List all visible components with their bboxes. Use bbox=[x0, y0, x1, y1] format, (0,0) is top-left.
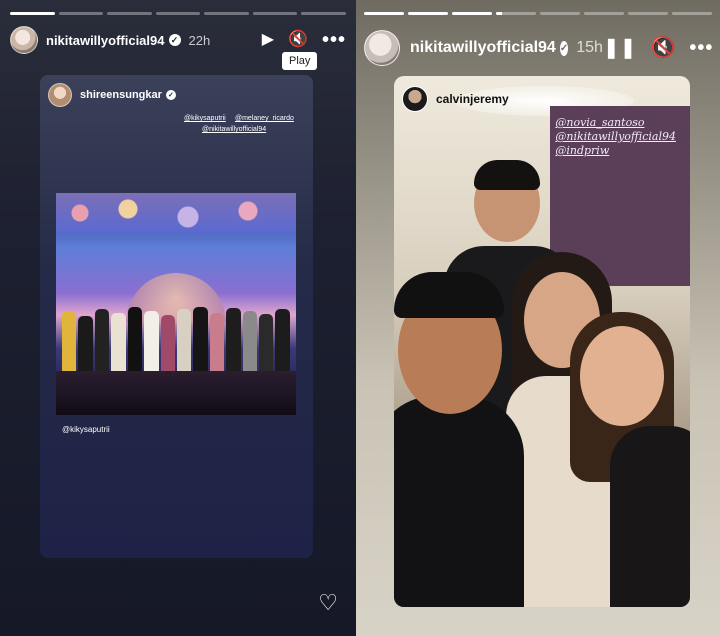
story-header: nikitawillyofficial94 ✓ 15h ❚❚ 🔇 ••• bbox=[364, 30, 712, 66]
person-hair bbox=[394, 272, 504, 318]
flower-decor bbox=[56, 193, 296, 233]
progress-segment bbox=[204, 12, 249, 15]
progress-segment bbox=[540, 12, 580, 15]
heart-icon[interactable]: ♡ bbox=[318, 590, 338, 616]
reposted-story-card[interactable]: shireensungkar ✓ @kikysaputrii @melaney_… bbox=[40, 75, 313, 558]
story-controls: ▶ 🔇 ••• bbox=[262, 30, 346, 50]
more-options-icon[interactable]: ••• bbox=[689, 38, 713, 58]
person-hair bbox=[474, 160, 540, 190]
progress-segment bbox=[628, 12, 668, 15]
wedding-stage-photo bbox=[56, 193, 296, 415]
pause-icon[interactable]: ❚❚ bbox=[603, 38, 637, 58]
story-left[interactable]: nikitawillyofficial94 ✓ 22h ▶ 🔇 ••• Play… bbox=[0, 0, 356, 636]
selfie-photo: calvinjeremy @novia_santoso @nikitawilly… bbox=[394, 76, 690, 607]
stage-floor bbox=[56, 371, 296, 415]
story-progress-bar bbox=[364, 12, 712, 15]
person-face bbox=[580, 326, 664, 426]
person-suit bbox=[394, 396, 524, 607]
group-of-people bbox=[62, 301, 290, 371]
progress-segment bbox=[58, 12, 104, 15]
mute-icon[interactable]: 🔇 bbox=[650, 38, 675, 58]
handwritten-tags: @novia_santoso @nikitawillyofficial94 @i… bbox=[555, 116, 676, 158]
repost-avatar[interactable] bbox=[48, 83, 72, 107]
avatar[interactable] bbox=[364, 30, 400, 66]
verified-badge-icon: ✓ bbox=[559, 40, 569, 56]
repost-username[interactable]: shireensungkar bbox=[80, 89, 162, 101]
mention-tag[interactable]: @nikitawillyofficial94 bbox=[555, 130, 676, 144]
photo-username[interactable]: calvinjeremy bbox=[436, 92, 509, 106]
progress-segment bbox=[10, 12, 55, 15]
photo-header: calvinjeremy bbox=[402, 86, 509, 112]
mention-tag[interactable]: @indpriw bbox=[555, 144, 676, 158]
story-progress-bar bbox=[10, 12, 347, 15]
timestamp: 22h bbox=[188, 32, 211, 48]
progress-segment bbox=[155, 12, 201, 15]
progress-segment bbox=[364, 12, 404, 15]
photo-avatar[interactable] bbox=[402, 86, 428, 112]
verified-badge-icon: ✓ bbox=[168, 34, 181, 46]
mention-tag[interactable]: @melaney_ricardo bbox=[235, 115, 294, 122]
progress-segment bbox=[452, 12, 492, 15]
avatar[interactable] bbox=[10, 26, 38, 54]
mention-tag[interactable]: @kikysaputrii bbox=[184, 115, 226, 122]
play-icon[interactable]: ▶ bbox=[262, 32, 274, 48]
repost-header: shireensungkar ✓ bbox=[48, 83, 176, 107]
story-header: nikitawillyofficial94 ✓ 22h ▶ 🔇 ••• bbox=[10, 26, 346, 54]
mention-tag-bottom[interactable]: @kikysaputrii bbox=[62, 425, 110, 434]
username[interactable]: nikitawillyofficial94 bbox=[410, 39, 556, 57]
verified-badge-icon: ✓ bbox=[165, 90, 176, 100]
progress-segment bbox=[584, 12, 624, 15]
progress-segment bbox=[496, 12, 536, 15]
progress-segment bbox=[672, 12, 712, 15]
timestamp: 15h bbox=[576, 39, 603, 56]
progress-segment bbox=[408, 12, 448, 15]
mention-tag[interactable]: @novia_santoso bbox=[555, 116, 676, 130]
play-tooltip: Play bbox=[282, 52, 318, 70]
person-body bbox=[610, 426, 690, 607]
progress-segment bbox=[301, 12, 347, 15]
username[interactable]: nikitawillyofficial94 bbox=[46, 33, 165, 48]
more-options-icon[interactable]: ••• bbox=[322, 30, 346, 50]
story-controls: ❚❚ 🔇 ••• bbox=[603, 38, 713, 58]
progress-segment bbox=[252, 12, 298, 15]
mention-tag[interactable]: @nikitawillyofficial94 bbox=[202, 126, 266, 133]
mute-icon[interactable]: 🔇 bbox=[288, 32, 308, 48]
progress-segment bbox=[107, 12, 152, 15]
story-right[interactable]: nikitawillyofficial94 ✓ 15h ❚❚ 🔇 ••• cal… bbox=[356, 0, 720, 636]
